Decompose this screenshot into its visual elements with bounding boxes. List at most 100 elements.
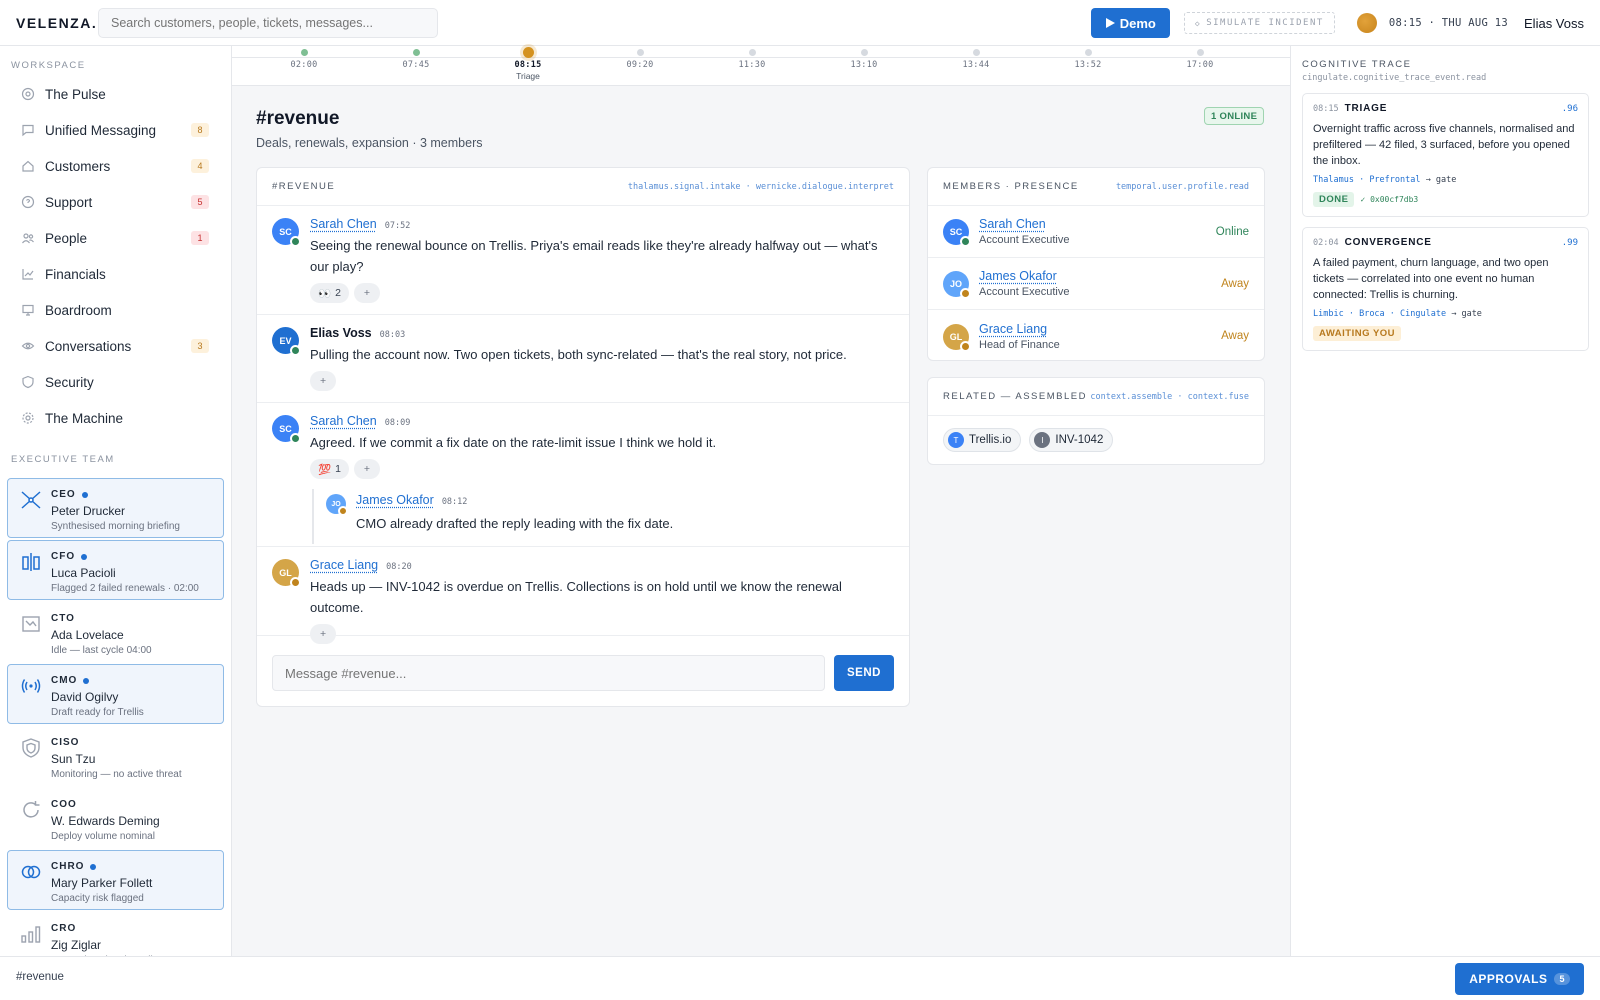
message-item: EV Elias Voss 08:03 Pulling the account now… <box>257 315 909 403</box>
simulate-incident-button[interactable]: ◇ SIMULATE INCIDENT <box>1183 12 1335 34</box>
timeline-point[interactable]: 13:52 <box>1058 46 1118 70</box>
message-input[interactable] <box>272 655 825 691</box>
timeline-point[interactable]: 13:44 <box>946 46 1006 70</box>
reaction-count: 2 <box>335 287 341 299</box>
reaction-chip[interactable]: 👀 2 <box>310 283 349 303</box>
timeline-point[interactable]: 13:10 <box>834 46 894 70</box>
user-name[interactable]: Elias Voss <box>1524 16 1584 31</box>
approvals-button[interactable]: APPROVALS 5 <box>1455 963 1584 995</box>
trace-event-text: A failed payment, churn language, and tw… <box>1313 257 1549 301</box>
reaction-chip[interactable]: 💯 1 <box>310 459 349 479</box>
avatar[interactable]: SC <box>272 415 301 444</box>
exec-card-chro[interactable]: CHRO Mary Parker Follett Capacity risk fla… <box>7 850 224 910</box>
exec-name: W. Edwards Deming <box>51 814 160 828</box>
timeline-time: 13:44 <box>962 60 990 70</box>
trace-event-kind: CONVERGENCE <box>1344 237 1432 248</box>
trace-event-card[interactable]: 08:15 TRIAGE .96 Overnight traffic across f… <box>1302 93 1589 217</box>
exec-card-cto[interactable]: CTO Ada Lovelace Idle — last cycle 04:00 <box>7 602 224 662</box>
sidebar-item-customers[interactable]: Customers 4 <box>0 148 231 184</box>
message-author[interactable]: Sarah Chen <box>310 414 377 428</box>
trace-path-node[interactable]: Broca <box>1359 309 1385 319</box>
reply-author[interactable]: James Okafor <box>356 493 434 507</box>
eye-icon <box>21 339 35 353</box>
exec-role-label: CHRO <box>51 861 85 872</box>
message-author[interactable]: Grace Liang <box>310 558 378 572</box>
chip-label: INV-1042 <box>1055 434 1104 446</box>
cfo-ledger-icon <box>20 551 42 573</box>
timeline-point[interactable]: 07:45 <box>386 46 446 70</box>
exec-status: Idle — last cycle 04:00 <box>51 645 152 656</box>
member-name[interactable]: James Okafor <box>979 269 1221 283</box>
sidebar-item-unified-messaging[interactable]: Unified Messaging 8 <box>0 112 231 148</box>
system-orb-icon[interactable] <box>1356 13 1377 33</box>
add-reaction-button[interactable]: + <box>353 459 381 479</box>
sidebar-item-the-machine[interactable]: The Machine <box>0 400 231 436</box>
trace-path-node[interactable]: Prefrontal <box>1369 175 1420 185</box>
sidebar-item-conversations[interactable]: Conversations 3 <box>0 328 231 364</box>
message-author[interactable]: Elias Voss <box>310 326 372 340</box>
breadcrumb[interactable]: #revenue <box>16 971 64 983</box>
sidebar: WORKSPACE The Pulse Unified Messaging 8 Cus… <box>0 46 232 956</box>
channel-description: Deals, renewals, expansion · 3 members <box>256 136 483 150</box>
trace-path-node[interactable]: Cingulate <box>1400 309 1446 319</box>
sidebar-item-boardroom[interactable]: Boardroom <box>0 292 231 328</box>
add-reaction-button[interactable]: + <box>310 624 337 644</box>
add-reaction-button[interactable]: + <box>310 371 337 391</box>
sidebar-item-support[interactable]: Support 5 <box>0 184 231 220</box>
demo-button[interactable]: Demo <box>1090 8 1170 38</box>
trace-status-badge: AWAITING YOU <box>1313 326 1402 341</box>
timeline-dot-icon <box>972 49 980 56</box>
add-reaction-button[interactable]: + <box>353 283 381 303</box>
avatar[interactable]: SC <box>943 219 971 247</box>
sidebar-item-financials[interactable]: Financials <box>0 256 231 292</box>
message-icon <box>21 123 35 137</box>
member-row[interactable]: GL Grace Liang Head of Finance Away <box>928 310 1264 360</box>
trace-event-card[interactable]: 02:04 CONVERGENCE .99 A failed payment, chu… <box>1302 227 1589 351</box>
message-header: Sarah Chen 08:09 <box>310 414 894 431</box>
member-row[interactable]: SC Sarah Chen Account Executive Online <box>928 206 1264 258</box>
message-header: Grace Liang 08:20 <box>310 558 894 575</box>
exec-card-ciso[interactable]: CISO Sun Tzu Monitoring — no active threat <box>7 726 224 786</box>
exec-role: CRO <box>51 922 163 935</box>
sidebar-item-label: Conversations <box>45 338 132 354</box>
send-button[interactable]: SEND <box>834 655 894 691</box>
member-name[interactable]: Grace Liang <box>979 322 1221 336</box>
member-name[interactable]: Sarah Chen <box>979 217 1216 231</box>
search-input[interactable] <box>98 7 438 38</box>
avatar[interactable]: EV <box>272 327 301 356</box>
avatar[interactable]: JO <box>326 494 348 516</box>
sidebar-item-security[interactable]: Security <box>0 364 231 400</box>
exec-card-ceo[interactable]: CEO Peter Drucker Synthesised morning brie… <box>7 478 224 538</box>
exec-card-coo[interactable]: COO W. Edwards Deming Deploy volume nomina… <box>7 788 224 848</box>
related-chip[interactable]: I INV-1042 <box>1029 428 1114 452</box>
sidebar-item-label: Support <box>45 194 93 210</box>
count-badge: 5 <box>191 195 209 209</box>
timeline-point[interactable]: 08:15 Triage <box>498 46 558 81</box>
exec-card-cro[interactable]: CROZig ZiglarExpansion signal · Helios <box>7 912 224 956</box>
timeline-dot-icon <box>300 49 308 56</box>
sidebar-item-people[interactable]: People 1 <box>0 220 231 256</box>
timeline-point[interactable]: 09:20 <box>610 46 670 70</box>
exec-card-cfo[interactable]: CFO Luca Pacioli Flagged 2 failed renewals… <box>7 540 224 600</box>
exec-name: Peter Drucker <box>51 504 126 518</box>
avatar[interactable]: GL <box>943 323 971 352</box>
avatar[interactable]: GL <box>272 559 301 588</box>
app-logo[interactable]: VELENZA. <box>16 15 98 31</box>
member-row[interactable]: JO James Okafor Account Executive Away <box>928 258 1264 310</box>
presence-dot-icon <box>960 236 971 247</box>
timeline-point[interactable]: 11:30 <box>722 46 782 70</box>
trace-path-node[interactable]: Limbic <box>1313 309 1344 319</box>
sidebar-item-the-pulse[interactable]: The Pulse <box>0 76 231 112</box>
message-author[interactable]: Sarah Chen <box>310 217 377 231</box>
avatar[interactable]: SC <box>272 218 301 247</box>
exec-info: CTO Ada Lovelace Idle — last cycle 04:00 <box>51 612 152 661</box>
timeline-point[interactable]: 02:00 <box>274 46 334 70</box>
exec-role: CISO <box>51 736 182 749</box>
avatar-initials: SC <box>949 227 963 237</box>
avatar[interactable]: JO <box>943 271 971 299</box>
exec-card-cmo[interactable]: CMO David Ogilvy Draft ready for Trellis <box>7 664 224 724</box>
related-chip[interactable]: T Trellis.io <box>943 428 1022 452</box>
timeline-point[interactable]: 17:00 <box>1170 46 1230 70</box>
trace-path-node[interactable]: Thalamus <box>1313 175 1354 185</box>
exec-info: CEO Peter Drucker Synthesised morning brie… <box>51 488 180 537</box>
